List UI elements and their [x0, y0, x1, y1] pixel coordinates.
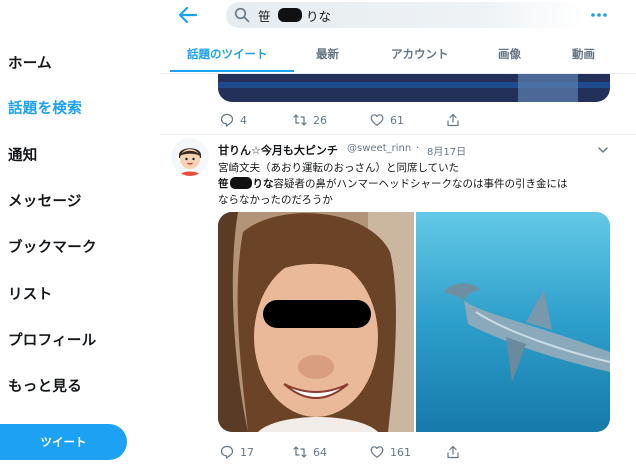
avatar-illustration [171, 138, 209, 176]
sidebar-item-lists[interactable]: リスト [8, 283, 52, 304]
tweet-handle[interactable]: @sweet_rinn [347, 143, 411, 154]
sidebar-item-bookmarks[interactable]: ブックマーク [8, 236, 97, 257]
previous-reply-action[interactable]: 4 [220, 113, 247, 127]
person-photo-illustration [218, 212, 414, 432]
tab-people[interactable]: アカウント [391, 46, 449, 62]
tweet-display-name[interactable]: 甘りん☆今月も大ピンチ [218, 142, 338, 158]
retweet-action[interactable]: 64 [293, 445, 327, 459]
search-tabs: 話題のツイート 最新 アカウント 画像 動画 [160, 40, 636, 74]
tweet-text-line-1: 宮崎文夫（あおり運転のおっさん）と同席していた [218, 162, 460, 174]
more-options-icon[interactable] [590, 12, 608, 18]
tweet-text-bold-prefix: 笹 [218, 178, 229, 190]
avatar[interactable] [171, 138, 209, 176]
search-icon [234, 7, 250, 23]
sidebar-item-more[interactable]: もっと見る [8, 375, 82, 396]
heart-icon [370, 114, 384, 126]
redaction-mark [278, 8, 302, 22]
reply-icon [220, 113, 234, 127]
tweet-photo-hammerhead-shark[interactable] [416, 212, 610, 432]
tab-photos[interactable]: 画像 [498, 46, 521, 62]
reply-icon [220, 445, 234, 459]
tweet-text-bold-suffix: りな [252, 178, 274, 190]
reply-action[interactable]: 17 [220, 445, 254, 459]
like-count: 61 [390, 113, 404, 127]
retweet-icon [293, 114, 307, 126]
retweet-count: 26 [313, 113, 327, 127]
tweet-text-line-3: ならなかったのだろうか [218, 194, 333, 206]
reply-count: 17 [240, 445, 254, 459]
previous-tweet-media[interactable] [218, 74, 610, 102]
sidebar-item-home[interactable]: ホーム [8, 52, 52, 73]
search-query-prefix: 笹 [258, 9, 271, 24]
like-count: 161 [390, 445, 411, 459]
previous-like-action[interactable]: 61 [370, 113, 404, 127]
reply-count: 4 [240, 113, 247, 127]
sidebar: ホーム 話題を検索 通知 メッセージ ブックマーク リスト プロフィール もっと… [0, 0, 160, 467]
search-header: 笹 りな 話題のツイート 最新 アカウント 画像 動画 [160, 0, 636, 74]
sidebar-item-profile[interactable]: プロフィール [8, 329, 97, 350]
tweet-divider [160, 134, 636, 135]
share-action[interactable] [446, 445, 460, 459]
chevron-down-icon[interactable] [597, 145, 609, 155]
back-arrow-icon[interactable] [176, 4, 200, 26]
search-input[interactable]: 笹 りな [226, 2, 584, 28]
retweet-count: 64 [313, 445, 327, 459]
heart-icon [370, 446, 384, 458]
shark-photo-illustration [416, 212, 610, 432]
tweet-text-line-2: 笹 りな容疑者の鼻がハンマーヘッドシャークなのは事件の引き金には [218, 176, 568, 191]
sidebar-item-messages[interactable]: メッセージ [8, 190, 82, 211]
tab-videos[interactable]: 動画 [572, 46, 595, 62]
retweet-icon [293, 446, 307, 458]
previous-retweet-action[interactable]: 26 [293, 113, 327, 127]
tweet-date[interactable]: 8月17日 [427, 143, 466, 158]
tab-top[interactable]: 話題のツイート [187, 46, 268, 62]
tweet-dot-separator: · [416, 143, 420, 154]
previous-share-action[interactable] [446, 113, 460, 127]
share-icon [447, 113, 459, 127]
like-action[interactable]: 161 [370, 445, 411, 459]
tweet-text-rest: 容疑者の鼻がハンマーヘッドシャークなのは事件の引き金には [273, 178, 568, 190]
redaction-mark [229, 177, 252, 189]
sidebar-item-explore[interactable]: 話題を検索 [8, 97, 82, 118]
active-tab-indicator [170, 70, 294, 72]
sidebar-item-notifications[interactable]: 通知 [8, 144, 38, 165]
share-icon [447, 445, 459, 459]
tweet-button[interactable]: ツイート [0, 424, 127, 460]
tab-latest[interactable]: 最新 [316, 46, 339, 62]
search-query-suffix: りな [306, 9, 332, 24]
tweet-photo-person[interactable] [218, 212, 414, 432]
